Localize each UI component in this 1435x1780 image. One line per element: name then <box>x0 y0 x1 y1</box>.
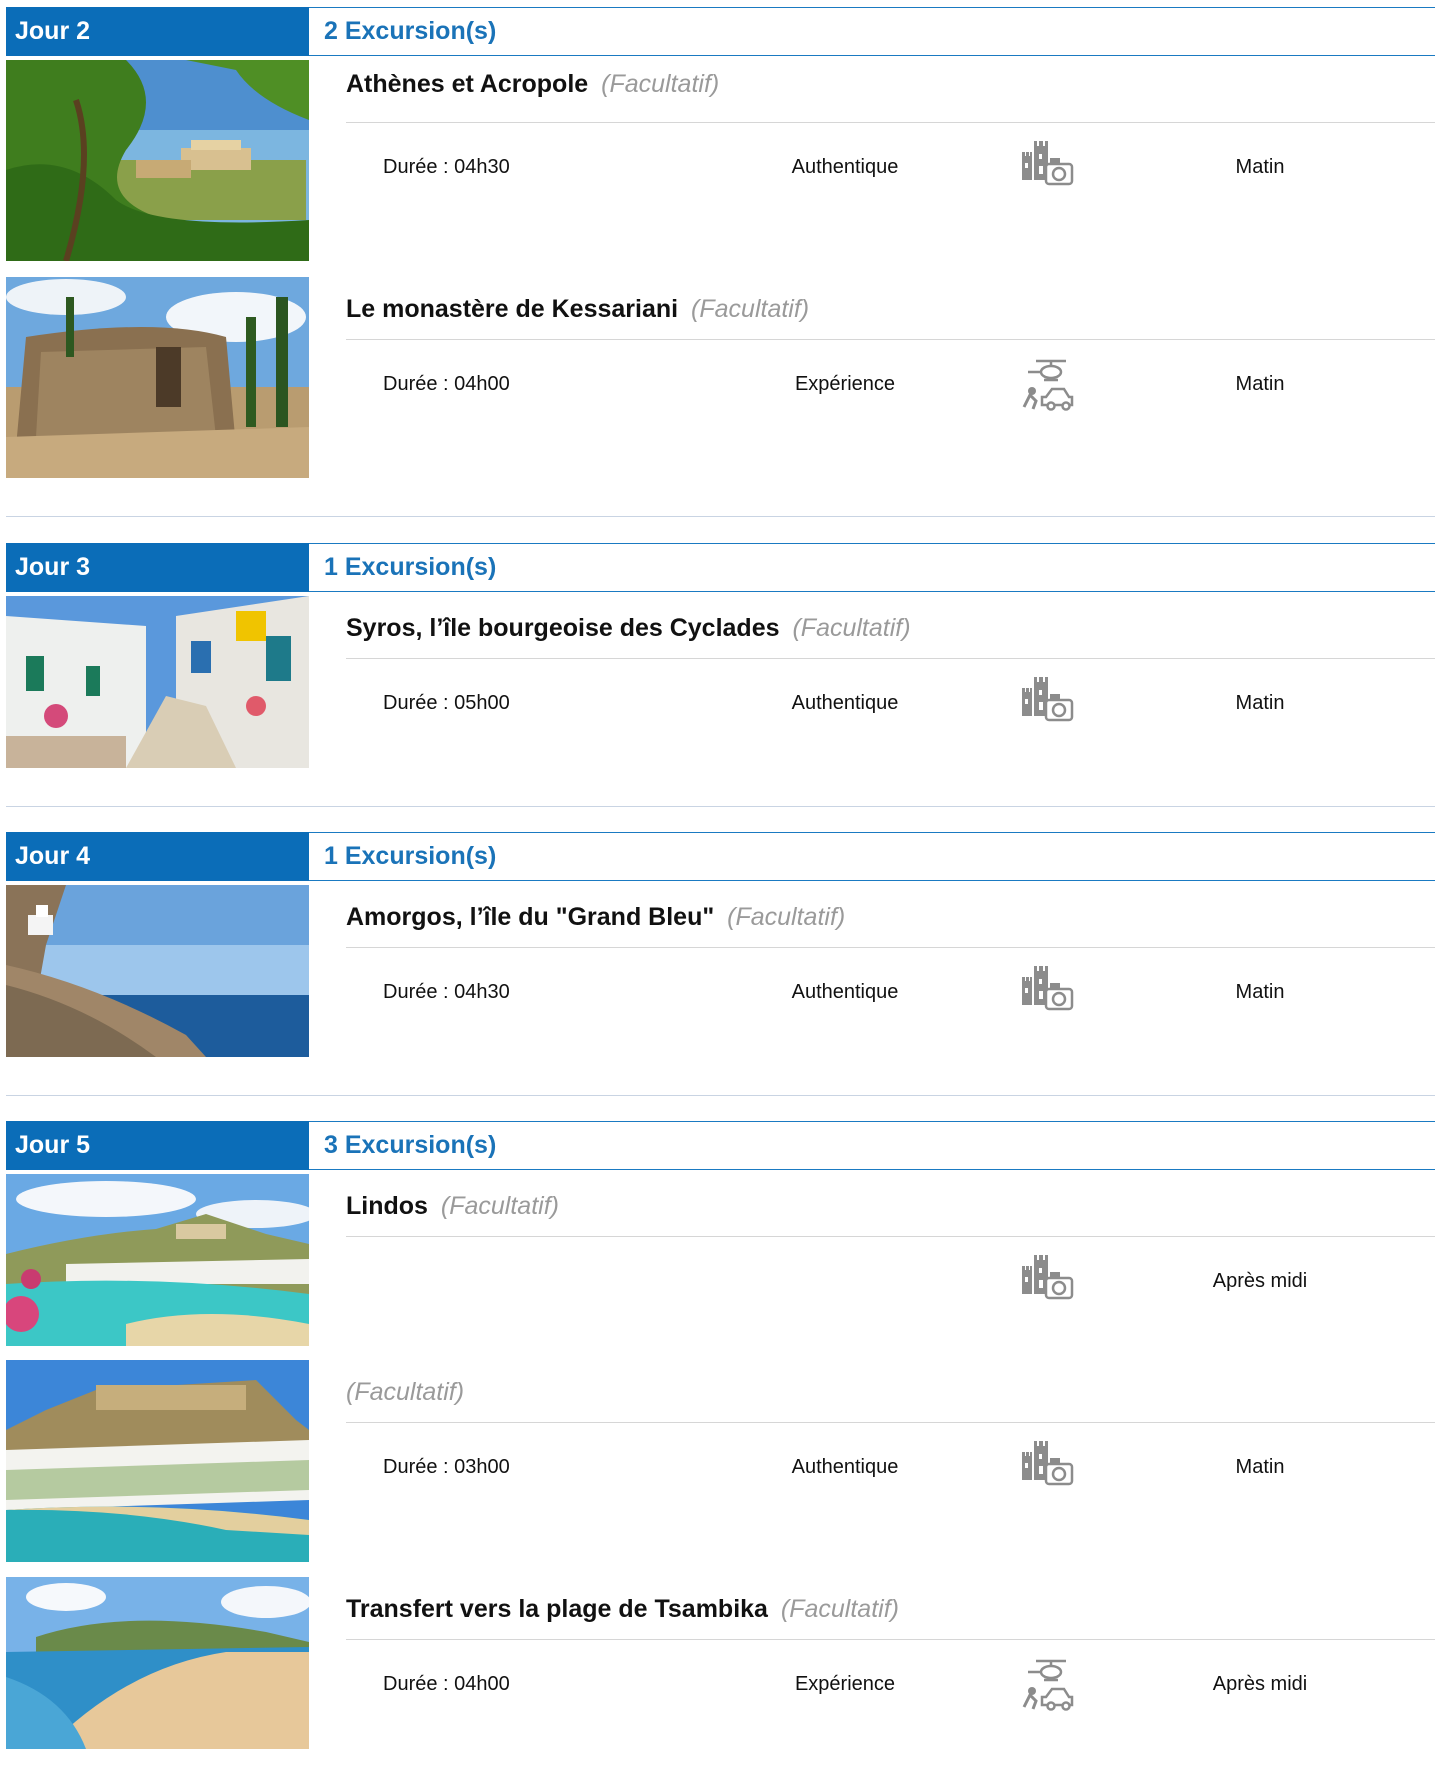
duration-text: Durée : 04h30 <box>383 156 510 178</box>
cliff-monastery-photo[interactable] <box>6 885 309 1057</box>
excursion-title: Transfert vers la plage de Tsambika (Fac… <box>346 1595 899 1624</box>
duration-text: Durée : 04h00 <box>383 373 510 395</box>
excursion-title-text: Lindos <box>346 1192 428 1220</box>
divider <box>346 1422 1435 1423</box>
excursion-title-text: Le monastère de Kessariani <box>346 295 679 323</box>
lindos-village-photo[interactable] <box>6 1360 309 1562</box>
castle-camera-icon <box>1016 961 1076 1021</box>
lindos-bay-photo[interactable] <box>6 1174 309 1346</box>
moment-text: Matin <box>1235 981 1285 1003</box>
day-header: Jour 2 2 Excursion(s) <box>6 7 1435 56</box>
moment-text: Matin <box>1235 1456 1285 1478</box>
castle-camera-icon <box>1016 672 1076 732</box>
day-label: Jour 3 <box>6 543 309 592</box>
helicopter-car-icon <box>1016 1655 1076 1715</box>
day-separator <box>6 806 1435 807</box>
moment-text: Matin <box>1235 692 1285 714</box>
theme-text: Authentique <box>791 981 899 1003</box>
excursion-title-text: Syros, l’île bourgeoise des Cyclades <box>346 614 780 642</box>
divider <box>346 339 1435 340</box>
optional-label: (Facultatif) <box>691 295 810 323</box>
excursion-title-text: Amorgos, l’île du "Grand Bleu" <box>346 903 715 931</box>
divider <box>346 658 1435 659</box>
optional-label: (Facultatif) <box>440 1192 559 1220</box>
duration-text: Durée : 04h30 <box>383 981 510 1003</box>
day-separator <box>6 1095 1435 1096</box>
castle-camera-icon <box>1016 1436 1076 1496</box>
day-header: Jour 5 3 Excursion(s) <box>6 1121 1435 1170</box>
optional-label: (Facultatif) <box>346 1378 465 1406</box>
acropolis-photo[interactable] <box>6 60 309 261</box>
duration-text: Durée : 04h00 <box>383 1673 510 1695</box>
theme-text: Expérience <box>794 1673 896 1695</box>
day-header: Jour 4 1 Excursion(s) <box>6 832 1435 881</box>
excursion-title-text: Transfert vers la plage de Tsambika <box>346 1595 768 1623</box>
moment-text: Après midi <box>1212 1270 1308 1292</box>
day-label: Jour 4 <box>6 832 309 881</box>
theme-text: Authentique <box>791 1456 899 1478</box>
duration-text: Durée : 05h00 <box>383 692 510 714</box>
divider <box>346 1639 1435 1640</box>
optional-label: (Facultatif) <box>727 903 846 931</box>
excursion-title: Athènes et Acropole (Facultatif) <box>346 70 719 99</box>
excursion-title: (Facultatif) <box>346 1378 464 1407</box>
excursion-count: 1 Excursion(s) <box>324 842 497 870</box>
optional-label: (Facultatif) <box>792 614 911 642</box>
theme-text: Expérience <box>794 373 896 395</box>
day-header: Jour 3 1 Excursion(s) <box>6 543 1435 592</box>
divider <box>346 1236 1435 1237</box>
optional-label: (Facultatif) <box>601 70 720 98</box>
castle-camera-icon <box>1016 136 1076 196</box>
day-label: Jour 5 <box>6 1121 309 1170</box>
theme-text: Authentique <box>791 156 899 178</box>
cycladic-street-photo[interactable] <box>6 596 309 768</box>
divider <box>346 947 1435 948</box>
excursion-title-text: Athènes et Acropole <box>346 70 589 98</box>
day-separator <box>6 516 1435 517</box>
monastery-ruins-photo[interactable] <box>6 277 309 478</box>
excursion-count: 3 Excursion(s) <box>324 1131 497 1159</box>
moment-text: Matin <box>1235 156 1285 178</box>
moment-text: Après midi <box>1212 1673 1308 1695</box>
duration-text: Durée : 03h00 <box>383 1456 510 1478</box>
helicopter-car-icon <box>1016 355 1076 415</box>
excursion-title: Amorgos, l’île du "Grand Bleu" (Facultat… <box>346 903 845 932</box>
castle-camera-icon <box>1016 1250 1076 1310</box>
excursion-title: Syros, l’île bourgeoise des Cyclades (Fa… <box>346 614 911 643</box>
excursion-title: Le monastère de Kessariani (Facultatif) <box>346 295 809 324</box>
optional-label: (Facultatif) <box>780 1595 899 1623</box>
tsambika-beach-photo[interactable] <box>6 1577 309 1749</box>
excursion-count: 2 Excursion(s) <box>324 17 497 45</box>
excursion-count: 1 Excursion(s) <box>324 553 497 581</box>
day-label: Jour 2 <box>6 7 309 56</box>
excursion-title: Lindos (Facultatif) <box>346 1192 559 1221</box>
divider <box>346 122 1435 123</box>
theme-text: Authentique <box>791 692 899 714</box>
moment-text: Matin <box>1235 373 1285 395</box>
